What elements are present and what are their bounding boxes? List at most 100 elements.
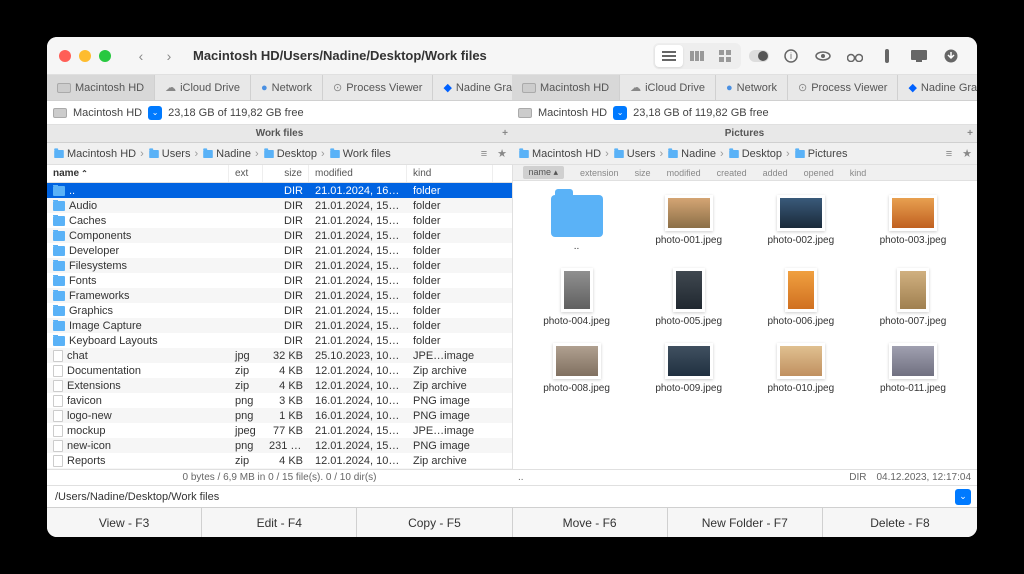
footer-delete-button[interactable]: Delete - F8 [823, 508, 977, 537]
eye-icon[interactable] [809, 45, 837, 67]
location-tab-network[interactable]: ●Network [251, 75, 323, 100]
column-added[interactable]: added [763, 168, 788, 178]
forward-button[interactable]: › [157, 44, 181, 68]
file-row[interactable]: Extensionszip4 KB12.01.2024, 10:37Zip ar… [47, 378, 512, 393]
view-columns-button[interactable] [683, 45, 711, 67]
download-icon[interactable] [937, 45, 965, 67]
view-grid-button[interactable] [711, 45, 739, 67]
file-row[interactable]: logo-newpng1 KB16.01.2024, 10:32PNG imag… [47, 408, 512, 423]
file-row[interactable]: faviconpng3 KB16.01.2024, 10:32PNG image [47, 393, 512, 408]
column-kind[interactable]: kind [850, 168, 867, 178]
breadcrumb-item[interactable]: Pictures [792, 148, 850, 160]
column-name[interactable]: name ▴ [523, 166, 565, 179]
favorite-button[interactable]: ★ [494, 146, 510, 162]
file-row[interactable]: Image CaptureDIR21.01.2024, 15:57folder [47, 318, 512, 333]
desktop-icon[interactable] [905, 45, 933, 67]
left-file-list[interactable]: ..DIR21.01.2024, 16:10folderAudioDIR21.0… [47, 183, 512, 469]
column-ext[interactable]: ext [229, 165, 263, 182]
grid-item[interactable]: photo-004.jpeg [523, 264, 631, 331]
file-row[interactable]: Documentationzip4 KB12.01.2024, 10:37Zip… [47, 363, 512, 378]
column-opened[interactable]: opened [804, 168, 834, 178]
file-row[interactable]: DeveloperDIR21.01.2024, 15:54folder [47, 243, 512, 258]
close-button[interactable] [59, 50, 71, 62]
column-modified[interactable]: modified [667, 168, 701, 178]
column-modified[interactable]: modified [309, 165, 407, 182]
column-created[interactable]: created [717, 168, 747, 178]
location-tab-nadine-grant[interactable]: ◆Nadine Grant [898, 75, 977, 100]
location-tab-macintosh-hd[interactable]: Macintosh HD [512, 75, 620, 100]
file-row[interactable]: FilesystemsDIR21.01.2024, 15:55folder [47, 258, 512, 273]
file-row[interactable]: FontsDIR21.01.2024, 15:56folder [47, 273, 512, 288]
back-button[interactable]: ‹ [129, 44, 153, 68]
breadcrumb-item[interactable]: Macintosh HD [516, 148, 603, 160]
breadcrumb-item[interactable]: Users [611, 148, 658, 160]
history-button[interactable]: ≡ [941, 146, 957, 162]
maximize-button[interactable] [99, 50, 111, 62]
grid-item[interactable]: photo-005.jpeg [635, 264, 743, 331]
breadcrumb-item[interactable]: Desktop [726, 148, 784, 160]
grid-item[interactable]: photo-009.jpeg [635, 339, 743, 398]
file-row[interactable]: GraphicsDIR21.01.2024, 15:56folder [47, 303, 512, 318]
footer-copy-button[interactable]: Copy - F5 [357, 508, 512, 537]
view-list-button[interactable] [655, 45, 683, 67]
breadcrumb-item[interactable]: Nadine [665, 148, 718, 160]
breadcrumb-item[interactable]: Desktop [261, 148, 319, 160]
file-row[interactable]: FrameworksDIR21.01.2024, 15:56folder [47, 288, 512, 303]
footer-new-button[interactable]: New Folder - F7 [668, 508, 823, 537]
breadcrumb-item[interactable]: Work files [327, 148, 393, 160]
grid-item[interactable]: photo-008.jpeg [523, 339, 631, 398]
location-tab-icloud-drive[interactable]: ☁iCloud Drive [620, 75, 716, 100]
file-row[interactable]: CachesDIR21.01.2024, 15:59folder [47, 213, 512, 228]
location-tab-icloud-drive[interactable]: ☁iCloud Drive [155, 75, 251, 100]
favorite-button[interactable]: ★ [959, 146, 975, 162]
add-tab-button[interactable]: + [967, 128, 973, 139]
airdrop-icon[interactable] [873, 45, 901, 67]
minimize-button[interactable] [79, 50, 91, 62]
location-tab-macintosh-hd[interactable]: Macintosh HD [47, 75, 155, 100]
file-row[interactable]: AudioDIR21.01.2024, 15:59folder [47, 198, 512, 213]
grid-item[interactable]: photo-001.jpeg [635, 191, 743, 256]
breadcrumb-item[interactable]: Nadine [200, 148, 253, 160]
image-thumbnail [665, 195, 713, 231]
file-row[interactable]: Reportszip4 KB12.01.2024, 10:37Zip archi… [47, 453, 512, 468]
right-pane-title[interactable]: Pictures + [512, 125, 977, 142]
file-row[interactable]: chatjpg32 KB25.10.2023, 10:31JPE…image [47, 348, 512, 363]
column-size[interactable]: size [263, 165, 309, 182]
right-icon-grid[interactable]: ..photo-001.jpegphoto-002.jpegphoto-003.… [513, 181, 978, 469]
toggle-switch-icon[interactable] [745, 45, 773, 67]
footer-view-button[interactable]: View - F3 [47, 508, 202, 537]
breadcrumb-item[interactable]: Users [146, 148, 193, 160]
column-name[interactable]: name⌃ [47, 165, 229, 182]
file-row[interactable]: Keyboard LayoutsDIR21.01.2024, 15:57fold… [47, 333, 512, 348]
breadcrumb-item[interactable]: Macintosh HD [51, 148, 138, 160]
disk-menu-button[interactable]: ⌄ [148, 106, 162, 120]
file-row[interactable]: ComponentsDIR21.01.2024, 15:59folder [47, 228, 512, 243]
grid-item[interactable]: photo-002.jpeg [747, 191, 855, 256]
location-tab-process-viewer[interactable]: ⊙Process Viewer [323, 75, 433, 100]
column-kind[interactable]: kind [407, 165, 493, 182]
grid-item[interactable]: .. [523, 191, 631, 256]
history-button[interactable]: ≡ [476, 146, 492, 162]
add-tab-button[interactable]: + [502, 128, 508, 139]
disk-menu-button[interactable]: ⌄ [613, 106, 627, 120]
footer-move-button[interactable]: Move - F6 [513, 508, 668, 537]
file-row[interactable]: mockupjpeg77 KB21.01.2024, 15:22JPE…imag… [47, 423, 512, 438]
location-tab-process-viewer[interactable]: ⊙Process Viewer [788, 75, 898, 100]
location-tab-network[interactable]: ●Network [716, 75, 788, 100]
info-icon[interactable]: i [777, 45, 805, 67]
column-size[interactable]: size [635, 168, 651, 178]
grid-item[interactable]: photo-003.jpeg [859, 191, 967, 256]
file-row[interactable]: ..DIR21.01.2024, 16:10folder [47, 183, 512, 198]
file-row[interactable]: new-iconpng231 KB12.01.2024, 15:24PNG im… [47, 438, 512, 453]
grid-item[interactable]: photo-011.jpeg [859, 339, 967, 398]
path-history-button[interactable]: ⌄ [955, 489, 971, 505]
grid-item[interactable]: photo-007.jpeg [859, 264, 967, 331]
left-pane-title[interactable]: Work files + [47, 125, 512, 142]
column-extension[interactable]: extension [580, 168, 619, 178]
grid-item[interactable]: photo-006.jpeg [747, 264, 855, 331]
grid-item[interactable]: photo-010.jpeg [747, 339, 855, 398]
binoculars-icon[interactable] [841, 45, 869, 67]
footer-edit-button[interactable]: Edit - F4 [202, 508, 357, 537]
location-tab-nadine-grant[interactable]: ◆Nadine Grant [433, 75, 512, 100]
path-input[interactable] [53, 489, 955, 505]
